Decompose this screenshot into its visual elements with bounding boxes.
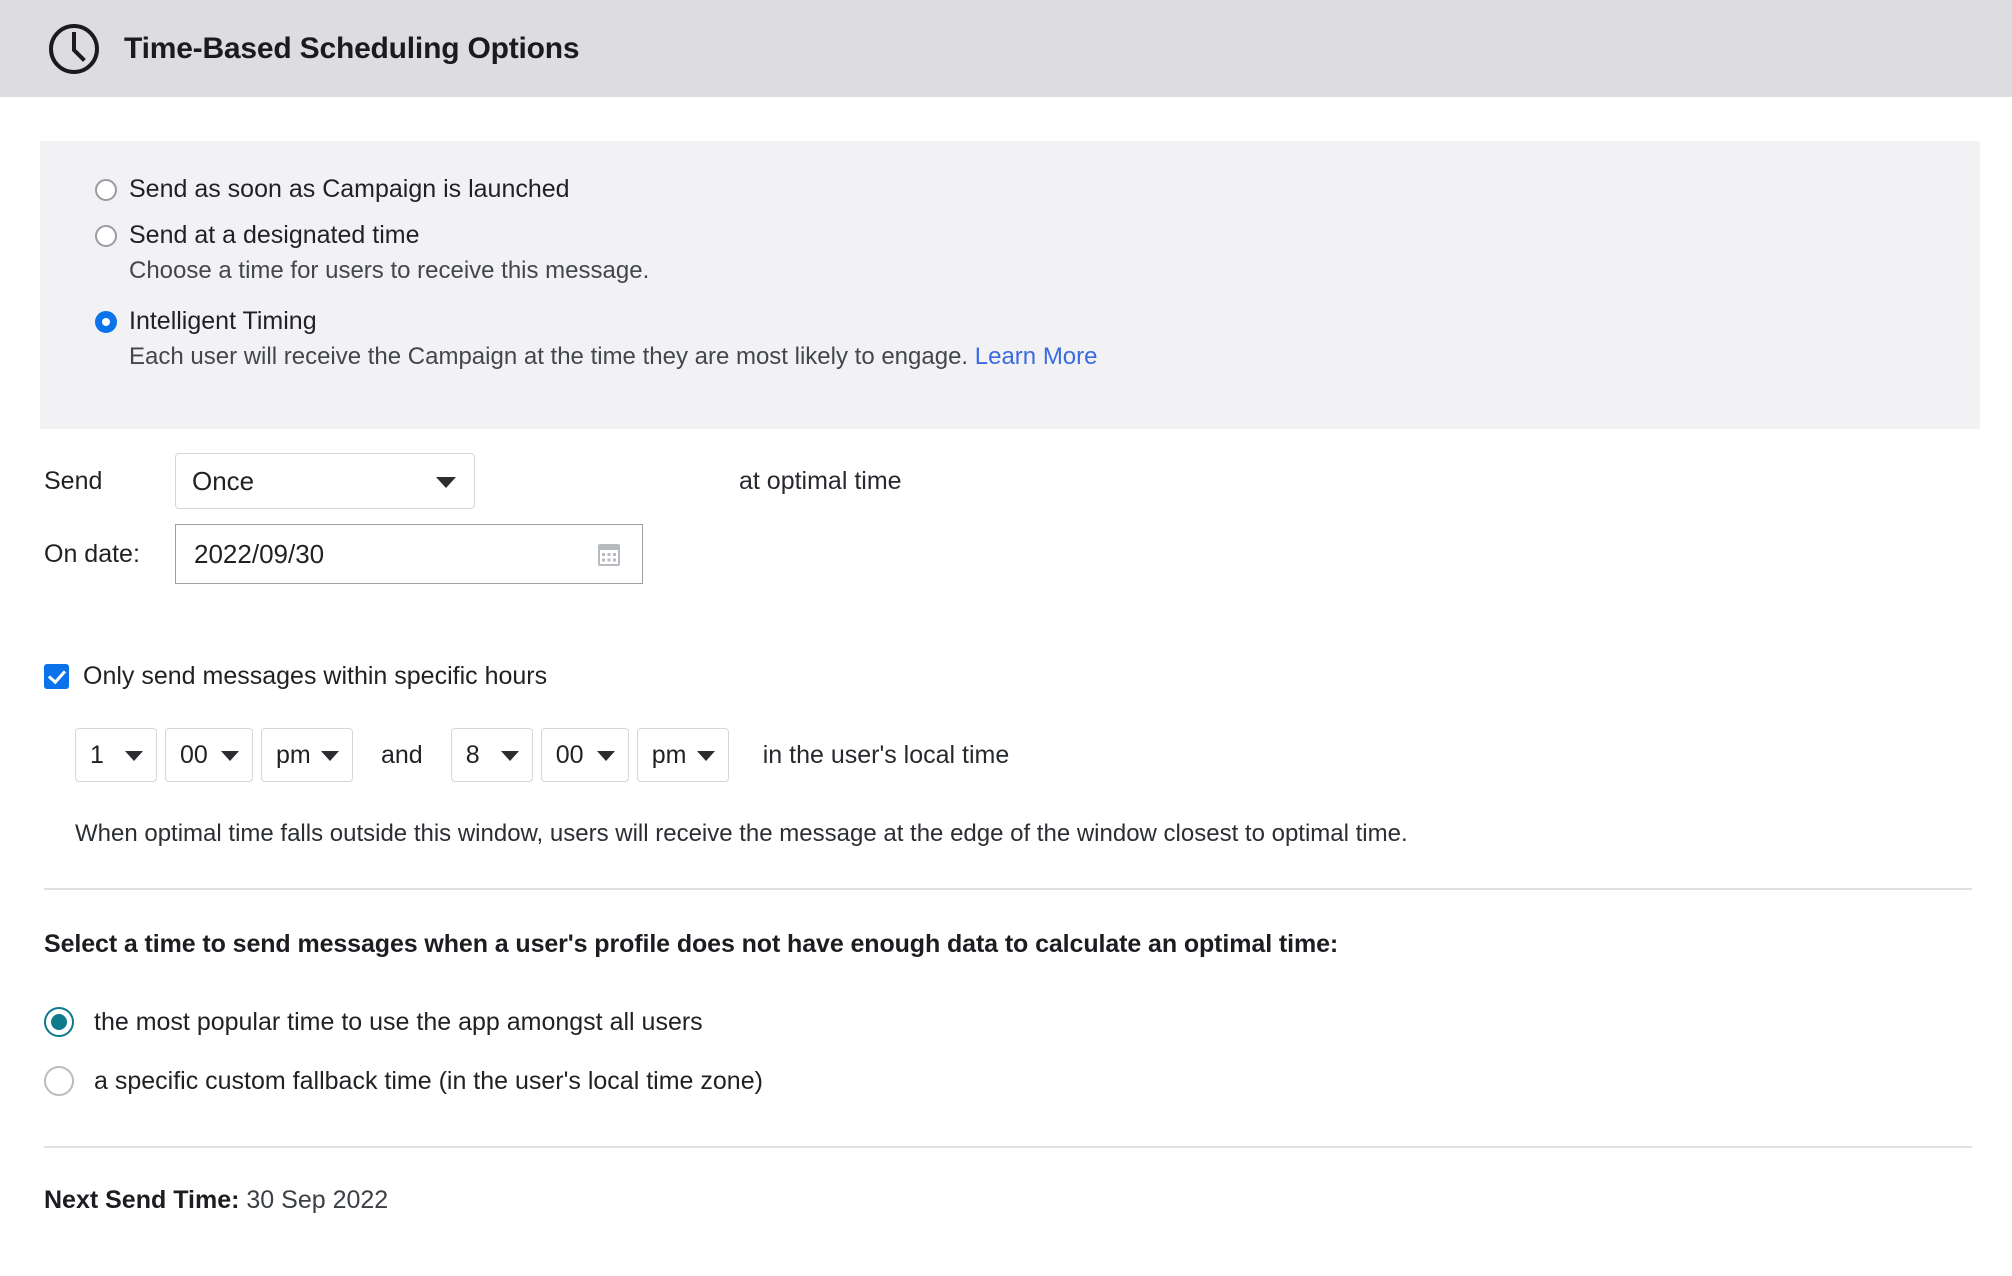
send-frequency-value: Once: [192, 465, 255, 496]
send-label: Send: [44, 466, 103, 495]
radio-option-intelligent-timing[interactable]: Intelligent Timing: [95, 306, 1980, 336]
end-hour-select[interactable]: 8: [450, 728, 533, 782]
learn-more-link[interactable]: Learn More: [975, 343, 1098, 370]
on-date-value: 2022/09/30: [194, 538, 325, 569]
clock-icon: [46, 21, 102, 77]
end-meridiem-value: pm: [651, 740, 687, 769]
send-frequency-select[interactable]: Once: [175, 453, 475, 509]
and-label: and: [381, 740, 423, 769]
chevron-down-icon: [125, 751, 143, 761]
divider-bottom: [44, 1146, 1972, 1148]
radio-indicator[interactable]: [95, 225, 117, 247]
end-minute-value: 00: [555, 740, 584, 769]
fallback-option-label: the most popular time to use the app amo…: [94, 1007, 703, 1036]
chevron-down-icon: [500, 751, 519, 761]
schedule-options-group: Send as soon as Campaign is launched Sen…: [40, 141, 1980, 429]
chevron-down-icon: [221, 751, 239, 761]
on-date-row: On date: 2022/09/30: [44, 524, 643, 584]
radio-option-designated-time[interactable]: Send at a designated time: [95, 220, 1980, 250]
only-send-within-hours-row[interactable]: Only send messages within specific hours: [44, 662, 547, 691]
send-frequency-row: Send Once at optimal time: [44, 453, 902, 509]
divider-top: [44, 888, 1972, 890]
next-send-time: Next Send Time: 30 Sep 2022: [44, 1186, 388, 1215]
next-send-time-label: Next Send Time:: [44, 1186, 240, 1214]
start-meridiem-value: pm: [276, 740, 311, 769]
radio-label: Send as soon as Campaign is launched: [129, 175, 570, 203]
on-date-input[interactable]: 2022/09/30: [175, 524, 643, 584]
at-optimal-time-label: at optimal time: [739, 466, 902, 495]
end-meridiem-select[interactable]: pm: [636, 728, 729, 782]
hours-window-row: 1 00 pm and 8 00 pm in the user's local …: [75, 728, 1009, 782]
chevron-down-icon: [321, 751, 339, 761]
chevron-down-icon: [596, 751, 615, 761]
start-minute-value: 00: [180, 740, 208, 769]
only-send-within-hours-checkbox[interactable]: [44, 664, 69, 689]
radio-description-designated-time: Choose a time for users to receive this …: [129, 257, 650, 284]
start-minute-select[interactable]: 00: [165, 728, 253, 782]
radio-indicator[interactable]: [95, 179, 117, 201]
end-hour-value: 8: [465, 740, 480, 769]
calendar-icon[interactable]: [598, 542, 620, 566]
chevron-down-icon: [436, 477, 456, 488]
page-title: Time-Based Scheduling Options: [124, 31, 580, 65]
fallback-option-most-popular[interactable]: the most popular time to use the app amo…: [44, 1007, 703, 1037]
time-based-scheduling-panel: Time-Based Scheduling Options Send as so…: [0, 0, 2012, 1276]
start-hour-value: 1: [90, 740, 104, 769]
end-minute-select[interactable]: 00: [540, 728, 629, 782]
start-hour-select[interactable]: 1: [75, 728, 157, 782]
fallback-option-custom-time[interactable]: a specific custom fallback time (in the …: [44, 1066, 763, 1096]
radio-option-as-soon-as-launched[interactable]: Send as soon as Campaign is launched: [95, 174, 1980, 204]
radio-indicator[interactable]: [44, 1066, 74, 1096]
only-send-within-hours-label: Only send messages within specific hours: [83, 662, 548, 690]
radio-label: Send at a designated time: [129, 221, 420, 249]
radio-description-text: Each user will receive the Campaign at t…: [129, 343, 969, 370]
next-send-time-value: 30 Sep 2022: [246, 1186, 389, 1214]
radio-label: Intelligent Timing: [129, 307, 317, 335]
panel-header: Time-Based Scheduling Options: [0, 0, 2012, 97]
fallback-section-title: Select a time to send messages when a us…: [44, 930, 1339, 958]
fallback-option-label: a specific custom fallback time (in the …: [94, 1066, 763, 1095]
chevron-down-icon: [696, 751, 715, 761]
on-date-label: On date:: [44, 539, 140, 568]
local-time-note: in the user's local time: [762, 740, 1010, 769]
optimal-time-hint: When optimal time falls outside this win…: [75, 820, 1408, 847]
radio-indicator-selected[interactable]: [44, 1007, 74, 1037]
start-meridiem-select[interactable]: pm: [261, 728, 353, 782]
radio-description-intelligent-timing: Each user will receive the Campaign at t…: [129, 342, 1980, 372]
radio-indicator-selected[interactable]: [95, 311, 117, 333]
